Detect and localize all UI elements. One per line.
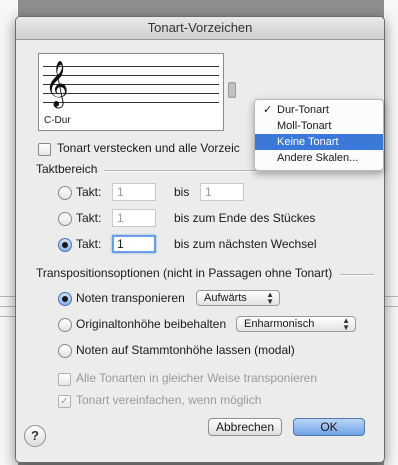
key-scroll-handle[interactable] xyxy=(228,82,236,98)
staff-line xyxy=(43,102,219,103)
menu-item-no-key[interactable]: Keine Tonart xyxy=(255,134,383,150)
direction-popup[interactable]: Aufwärts ▲ ▼ xyxy=(196,290,280,306)
hide-key-label: Tonart verstecken und alle Vorzeic xyxy=(57,141,240,155)
chevron-updown-icon: ▲ ▼ xyxy=(342,316,350,332)
background-score-right xyxy=(384,0,398,465)
keep-pitch-label: Originaltonhöhe beibehalten xyxy=(76,317,227,331)
key-name-label: C-Dur xyxy=(44,115,71,126)
dialog-title: Tonart-Vorzeichen xyxy=(16,17,384,40)
from-measure-field-active[interactable]: 1 xyxy=(112,235,156,253)
modal-radio[interactable] xyxy=(58,344,72,358)
modal-label: Noten auf Stammtonhöhe lassen (modal) xyxy=(76,343,295,357)
from-measure-field[interactable]: 1 xyxy=(112,209,156,227)
from-measure-field[interactable]: 1 xyxy=(112,183,156,201)
checkmark-icon: ✓ xyxy=(263,104,273,116)
measure-range-title: Taktbereich xyxy=(36,162,98,176)
background-staff-line xyxy=(384,296,398,297)
measure-label: Takt: xyxy=(76,237,102,251)
keep-pitch-radio[interactable] xyxy=(58,318,72,332)
simplify-key-label: Tonart vereinfachen, wenn möglich xyxy=(76,393,262,407)
menu-item-other-scales[interactable]: Andere Skalen... xyxy=(255,150,383,166)
menu-item-major[interactable]: ✓ Dur-Tonart xyxy=(255,102,383,118)
staff-line xyxy=(43,84,219,85)
divider xyxy=(340,274,374,276)
direction-value: Aufwärts xyxy=(204,292,247,304)
measure-range-radio-to-next-change[interactable] xyxy=(58,238,72,252)
measure-range-radio-to-end[interactable] xyxy=(58,212,72,226)
spelling-popup[interactable]: Enharmonisch ▲ ▼ xyxy=(236,316,356,332)
spelling-value: Enharmonisch xyxy=(244,318,315,330)
simplify-key-checkbox[interactable]: ✓ xyxy=(58,395,71,408)
measure-label: Takt: xyxy=(76,185,102,199)
key-preview: 𝄞 C-Dur xyxy=(38,53,224,131)
menu-item-minor[interactable]: Moll-Tonart xyxy=(255,118,383,134)
to-end-label: bis zum Ende des Stückes xyxy=(174,211,316,225)
staff-line xyxy=(43,75,219,76)
transposition-title: Transpositionsoptionen (nicht in Passage… xyxy=(36,266,333,280)
measure-label: Takt: xyxy=(76,211,102,225)
transpose-all-keys-label: Alle Tonarten in gleicher Weise transpon… xyxy=(76,371,318,385)
background-staff-line xyxy=(384,306,398,307)
staff-line xyxy=(43,93,219,94)
help-button[interactable]: ? xyxy=(24,425,46,447)
key-signature-dialog: Tonart-Vorzeichen 𝄞 C-Dur Tonart verstec… xyxy=(15,16,385,463)
key-type-menu: ✓ Dur-Tonart Moll-Tonart Keine Tonart An… xyxy=(254,99,384,171)
transpose-notes-radio[interactable] xyxy=(58,292,72,306)
transpose-all-keys-checkbox[interactable] xyxy=(58,373,71,386)
to-next-change-label: bis zum nächsten Wechsel xyxy=(174,237,317,251)
chevron-updown-icon: ▲ ▼ xyxy=(266,290,274,306)
hide-key-checkbox[interactable] xyxy=(38,143,51,156)
staff-line xyxy=(43,66,219,67)
transpose-notes-label: Noten transponieren xyxy=(76,291,185,305)
ok-button[interactable]: OK xyxy=(293,418,365,436)
cancel-button[interactable]: Abbrechen xyxy=(208,418,282,436)
to-label: bis xyxy=(174,185,190,199)
measure-range-radio-to[interactable] xyxy=(58,186,72,200)
to-measure-field[interactable]: 1 xyxy=(200,183,244,201)
treble-clef-icon: 𝄞 xyxy=(45,61,69,107)
